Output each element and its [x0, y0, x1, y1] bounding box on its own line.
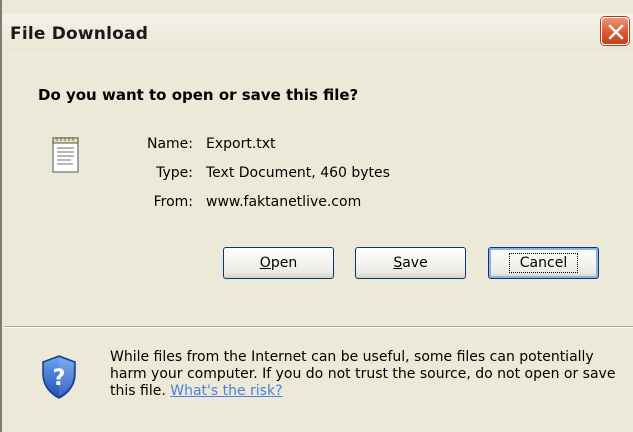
open-accelerator: O	[259, 255, 271, 271]
open-label: pen	[270, 255, 298, 271]
file-source: www.faktanetlive.com	[206, 194, 362, 210]
shield-question-icon: ?	[42, 355, 76, 399]
separator	[4, 326, 633, 328]
from-label: From:	[153, 194, 193, 210]
title-bar[interactable]: File Download	[2, 14, 633, 50]
close-button[interactable]	[601, 17, 629, 45]
dialog-body: Do you want to open or save this file? N…	[4, 50, 633, 432]
save-label: ave	[402, 255, 428, 271]
open-button[interactable]: Open	[223, 247, 334, 279]
save-button[interactable]: Save	[355, 247, 466, 279]
name-label: Name:	[146, 136, 193, 152]
file-type: Text Document, 460 bytes	[206, 165, 390, 181]
svg-text:?: ?	[53, 366, 66, 391]
risk-link[interactable]: What's the risk?	[170, 383, 282, 399]
security-warning: While files from the Internet can be use…	[110, 349, 630, 400]
cancel-label: Cancel	[508, 253, 579, 273]
cancel-button[interactable]: Cancel	[488, 247, 599, 279]
question-heading: Do you want to open or save this file?	[38, 86, 359, 104]
window-title: File Download	[10, 24, 149, 44]
type-label: Type:	[156, 165, 193, 181]
save-accelerator: S	[393, 255, 403, 271]
file-download-dialog: File Download Do you want to open or sav…	[0, 0, 633, 432]
file-name: Export.txt	[206, 136, 276, 152]
close-icon	[608, 24, 624, 40]
text-document-icon	[52, 137, 79, 173]
